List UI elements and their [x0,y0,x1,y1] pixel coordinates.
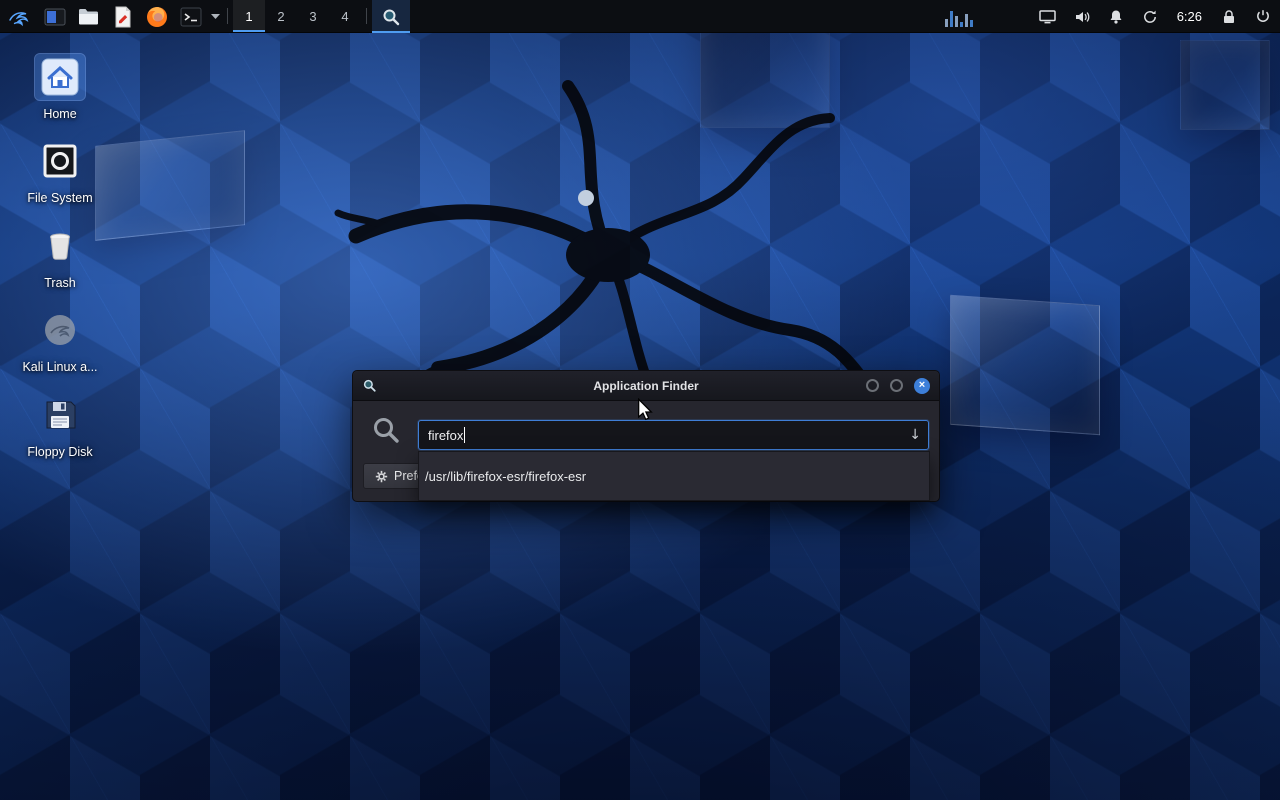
text-caret [464,427,465,443]
launcher-terminal-window[interactable] [38,0,72,33]
desktop-icon-trash[interactable]: Trash [14,223,106,290]
launcher-terminal[interactable] [174,0,208,33]
kali-menu-icon [7,5,31,29]
graph-bar [960,22,963,27]
volume-icon [1074,9,1090,25]
terminal-window-icon [43,5,67,29]
desktop-icon-label: File System [27,191,92,205]
home-icon [35,54,85,100]
dropdown-arrow-icon[interactable]: ↓ [909,427,921,443]
desktop-icon-kali-docs[interactable]: Kali Linux a... [14,307,106,374]
desktop-icon-home[interactable]: Home [14,54,106,121]
trash-icon [35,223,85,269]
graph-bar [955,16,958,27]
window-buttons: × [866,378,930,394]
session-logout-icon [1255,9,1271,25]
desktop-icon-label: Floppy Disk [27,445,92,459]
desktop-icon-label: Home [43,107,76,121]
launcher-file-manager[interactable] [72,0,106,33]
minimize-button[interactable] [866,379,879,392]
workspace-2[interactable]: 2 [265,0,297,32]
session-menu-button[interactable] [1246,0,1280,33]
whisker-menu-button[interactable] [0,0,38,33]
clock[interactable]: 6:26 [1167,0,1212,32]
workspace-4[interactable]: 4 [329,0,361,32]
desktop-icon-list: Home File System Trash [14,54,106,459]
workspace-3[interactable]: 3 [297,0,329,32]
volume-button[interactable] [1065,0,1099,33]
gear-icon [375,470,388,483]
window-title: Application Finder [353,379,939,393]
panel-separator [227,8,228,24]
window-titlebar[interactable]: Application Finder × [353,371,939,401]
desktop-icon-label: Trash [44,276,76,290]
completion-item[interactable]: /usr/lib/firefox-esr/firefox-esr [419,452,929,500]
panel-tray: 6:26 [935,0,1280,32]
file-system-icon [35,138,85,184]
desktop-icon-file-system[interactable]: File System [14,138,106,205]
search-input[interactable]: firefox ↓ [418,420,929,450]
lock-button[interactable] [1212,0,1246,33]
display-settings-button[interactable] [1031,0,1065,33]
application-finder-window: Application Finder × firefox ↓ Prefe [352,370,940,502]
bell-icon [1108,9,1124,25]
search-icon [381,7,401,27]
floppy-disk-icon [35,392,85,438]
close-button[interactable]: × [914,378,930,394]
notifications-button[interactable] [1099,0,1133,33]
system-monitor-graph[interactable] [935,0,1031,32]
launcher-firefox[interactable] [140,0,174,33]
firefox-icon [145,5,169,29]
search-input-value: firefox [428,428,463,443]
graph-bar [945,19,948,27]
updates-icon [1142,9,1158,25]
search-icon-large [371,415,401,445]
application-finder-button[interactable] [372,0,410,33]
completion-popup: /usr/lib/firefox-esr/firefox-esr [418,451,930,501]
terminal-icon [179,5,203,29]
desktop-icon-label: Kali Linux a... [22,360,97,374]
graph-bar [950,11,953,27]
launcher-dropdown-button[interactable] [208,0,222,33]
display-icon [1039,9,1056,25]
desktop-root: 1 2 3 4 [0,0,1280,800]
panel-separator [366,8,367,24]
graph-bar [965,14,968,27]
lock-icon [1221,9,1237,25]
top-panel: 1 2 3 4 [0,0,1280,33]
file-manager-icon [77,5,101,29]
graph-bar [970,20,973,27]
text-editor-icon [111,5,135,29]
workspace-1[interactable]: 1 [233,0,265,32]
launcher-text-editor[interactable] [106,0,140,33]
chevron-down-icon [211,14,220,20]
updates-button[interactable] [1133,0,1167,33]
kali-docs-icon [35,307,85,353]
maximize-button[interactable] [890,379,903,392]
desktop-icon-floppy-disk[interactable]: Floppy Disk [14,392,106,459]
